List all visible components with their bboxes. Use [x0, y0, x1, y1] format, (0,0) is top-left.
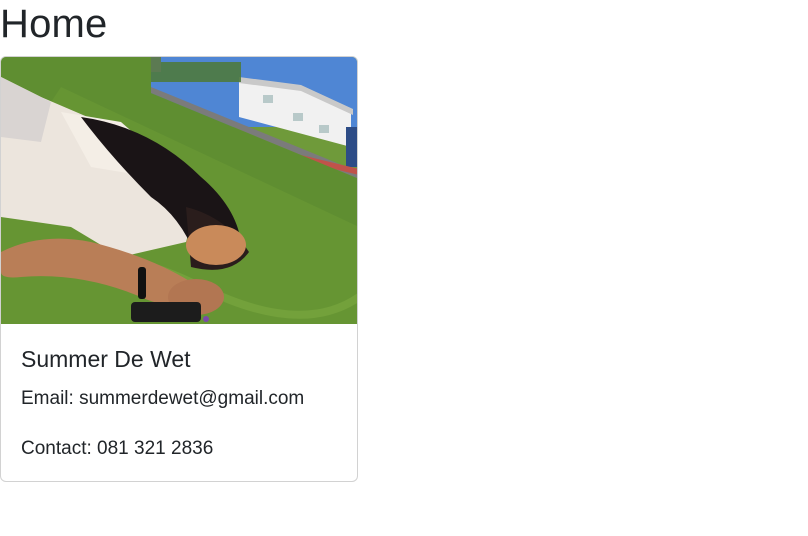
email-text: Email: summerdewet@gmail.com — [21, 386, 304, 412]
email-label: Email: — [21, 388, 74, 409]
contact-text: Contact: 081 321 2836 — [21, 436, 213, 462]
contact-label: Contact: — [21, 438, 92, 459]
contact-value: 081 321 2836 — [97, 438, 214, 459]
profile-name: Summer De Wet — [21, 346, 191, 372]
profile-card: Summer De Wet Email: summerdewet@gmail.c… — [0, 56, 358, 482]
profile-photo — [1, 57, 357, 324]
email-value: summerdewet@gmail.com — [79, 388, 305, 409]
page-title: Home — [0, 2, 108, 46]
